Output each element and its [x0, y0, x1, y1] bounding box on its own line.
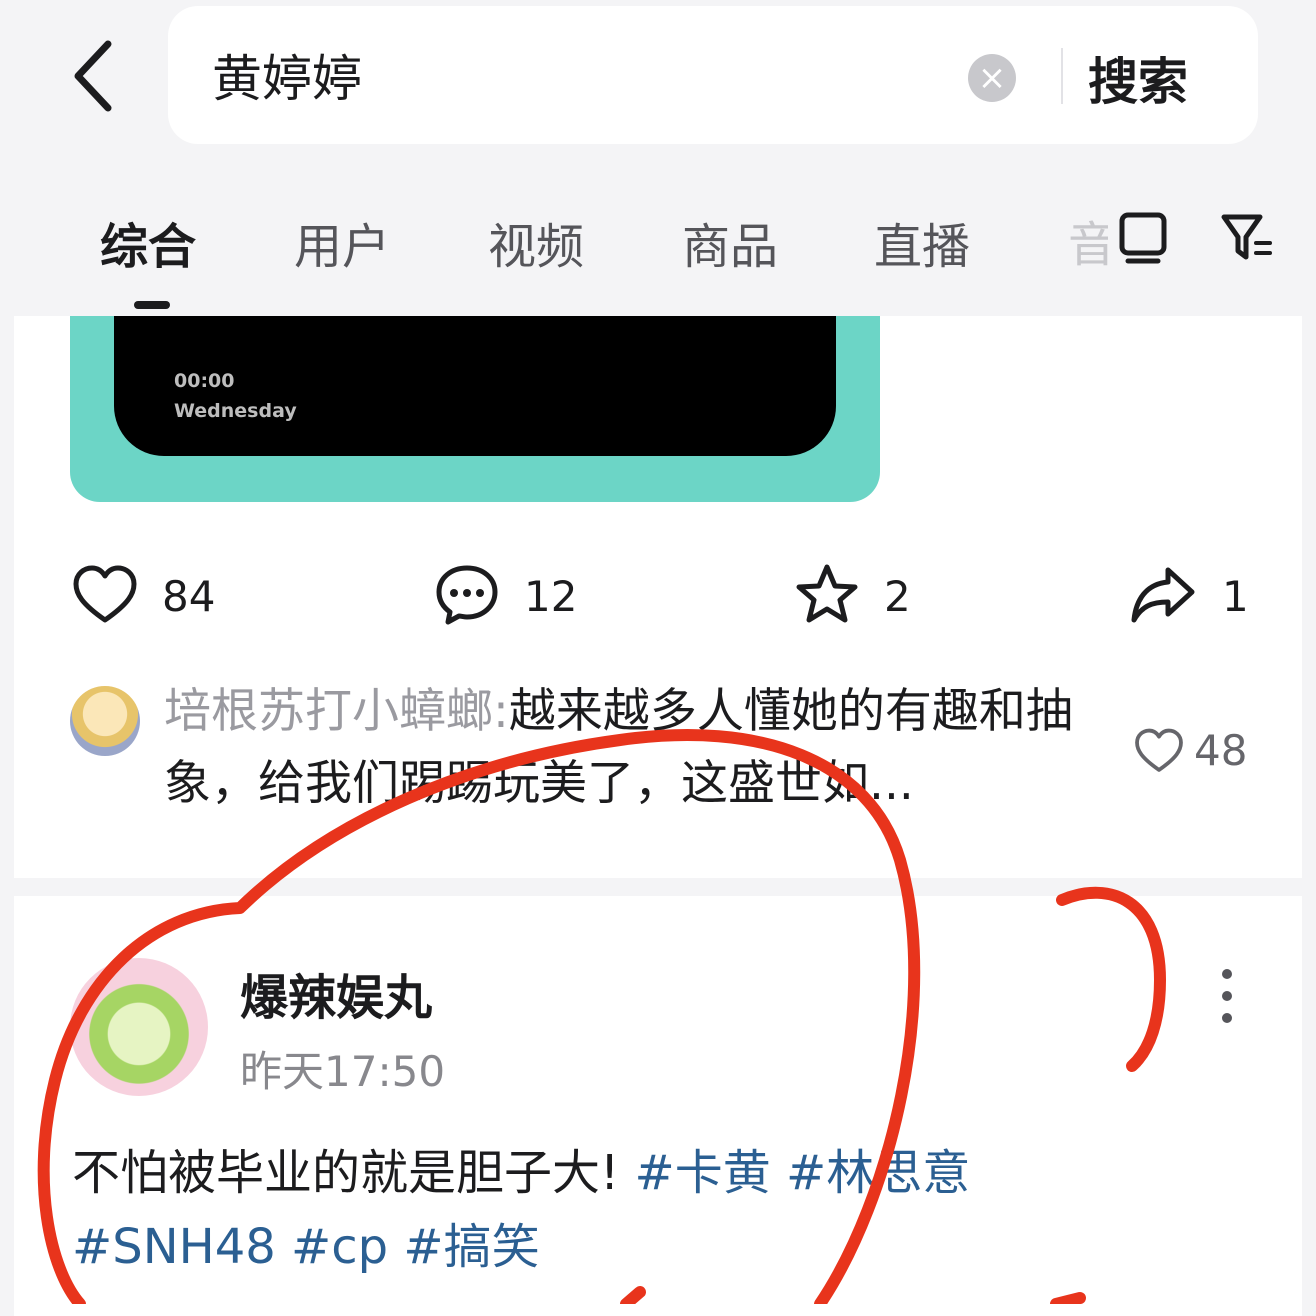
favorite-count: 2 — [884, 572, 911, 621]
comment-icon — [436, 565, 498, 625]
avatar[interactable] — [70, 686, 140, 756]
star-icon — [796, 564, 858, 623]
share-icon — [1131, 567, 1195, 623]
filter-button[interactable] — [1220, 207, 1276, 271]
heart-icon — [1135, 728, 1183, 772]
hashtag[interactable]: #林思意 — [786, 1145, 970, 1201]
search-box: × 搜索 — [168, 6, 1258, 144]
heart-icon — [73, 565, 137, 623]
tab-music-partial[interactable]: 音 — [1068, 205, 1108, 275]
post-card: 爆辣娱丸 昨天17:50 不怕被毕业的就是胆子大! #卡黄 #林思意 #SNH48… — [14, 896, 1302, 1316]
hashtag[interactable]: #SNH48 — [72, 1219, 276, 1275]
tab-comprehensive[interactable]: 综合 — [100, 207, 196, 277]
avatar[interactable] — [70, 958, 208, 1096]
tab-videos[interactable]: 视频 — [488, 207, 584, 277]
chevron-left-icon — [74, 40, 112, 112]
video-thumbnail[interactable]: 00:00 Wednesday — [70, 316, 880, 502]
top-comment[interactable]: 培根苏打小蟑螂:越来越多人懂她的有趣和抽象，给我们踢踢玩美了，这盛世如... 4… — [14, 676, 1302, 836]
post-card: 00:00 Wednesday 84 12 2 1 培根苏打小蟑螂:越来越多人懂… — [14, 316, 1302, 878]
post-body: 不怕被毕业的就是胆子大! #卡黄 #林思意 #SNH48 #cp #搞笑 — [72, 1136, 1252, 1284]
hashtag[interactable]: #卡黄 — [635, 1145, 771, 1201]
tab-users[interactable]: 用户 — [294, 207, 390, 277]
filter-icon — [1221, 214, 1272, 260]
clear-circle-icon: × — [977, 58, 1007, 98]
share-count: 1 — [1222, 572, 1249, 621]
clear-search-button[interactable]: × — [968, 54, 1016, 102]
post-text: 不怕被毕业的就是胆子大! — [72, 1145, 635, 1201]
like-count: 84 — [162, 572, 216, 621]
hashtag[interactable]: #cp — [291, 1219, 388, 1275]
comment-count: 12 — [524, 572, 578, 621]
tv-icon — [1119, 212, 1167, 264]
screen-time: 00:00 — [174, 370, 235, 392]
back-button[interactable] — [60, 36, 130, 116]
comment-username[interactable]: 培根苏打小蟑螂: — [164, 684, 509, 739]
more-vertical-icon — [1222, 969, 1232, 1023]
hashtag[interactable]: #搞笑 — [403, 1219, 539, 1275]
active-tab-indicator — [134, 301, 170, 309]
search-button[interactable]: 搜索 — [1088, 42, 1188, 114]
tab-live[interactable]: 直播 — [874, 207, 970, 277]
comment-like-button[interactable] — [1134, 726, 1184, 780]
author-name[interactable]: 爆辣娱丸 — [240, 958, 432, 1028]
comment-like-count: 48 — [1194, 726, 1248, 775]
phone-screen: 00:00 Wednesday — [114, 316, 836, 456]
divider — [1061, 48, 1063, 104]
tab-products[interactable]: 商品 — [682, 207, 778, 277]
more-options-button[interactable] — [1210, 966, 1244, 1026]
post-time: 昨天17:50 — [240, 1047, 446, 1096]
comment-text-block: 培根苏打小蟑螂:越来越多人懂她的有趣和抽象，给我们踢踢玩美了，这盛世如... — [164, 676, 1104, 820]
tv-button[interactable] — [1116, 207, 1172, 271]
search-input[interactable] — [212, 40, 912, 110]
search-header: × 搜索 综合 用户 视频 商品 直播 音 — [0, 0, 1316, 309]
screen-day: Wednesday — [174, 400, 297, 422]
result-tabs: 综合 用户 视频 商品 直播 音 — [0, 195, 1316, 309]
